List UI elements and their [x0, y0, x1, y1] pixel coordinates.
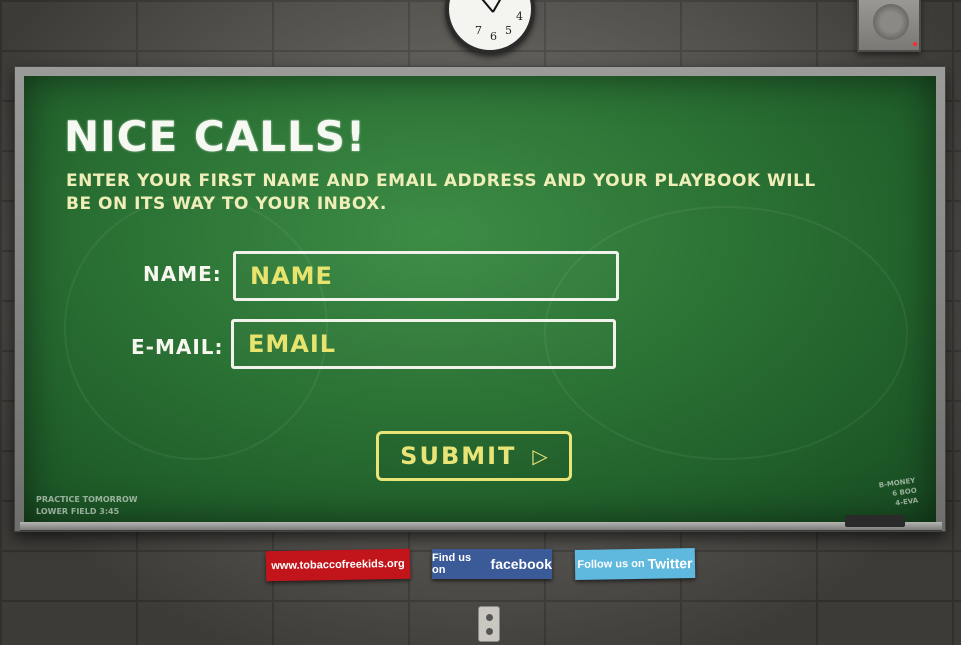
page-title: Nice calls! — [64, 112, 367, 161]
facebook-link[interactable]: Find us on facebook — [432, 549, 552, 579]
name-field-box — [233, 251, 619, 301]
twitter-brand: Twitter — [647, 554, 693, 572]
name-input[interactable] — [236, 254, 616, 298]
clock-hour-hand — [479, 0, 494, 13]
clock-icon: 7 6 5 4 — [445, 0, 535, 54]
scribble-note: B-Money 6 Boo 4-Eva — [878, 476, 919, 511]
tobacco-link[interactable]: www.tobaccofreekids.org — [265, 548, 411, 582]
email-field-box — [231, 319, 616, 369]
twitter-prefix: Follow us on — [577, 557, 645, 572]
email-input[interactable] — [234, 322, 613, 366]
name-label: Name: — [143, 262, 222, 286]
facebook-prefix: Find us on — [432, 552, 472, 576]
speaker-led — [913, 42, 917, 46]
clock-number: 7 — [475, 24, 482, 37]
submit-label: Submit — [400, 442, 517, 470]
outlet-socket — [486, 614, 493, 621]
tobacco-link-label: www.tobaccofreekids.org — [271, 557, 405, 573]
twitter-link[interactable]: Follow us on Twitter — [574, 547, 696, 581]
email-label: E-mail: — [131, 335, 224, 359]
chalk-tray — [20, 522, 942, 531]
clock-number: 5 — [505, 24, 512, 37]
speaker-icon — [857, 0, 921, 52]
clock-minute-hand — [492, 0, 509, 13]
facebook-brand: facebook — [490, 556, 552, 572]
clock-number: 4 — [516, 10, 523, 23]
submit-button[interactable]: Submit ▷ — [376, 431, 572, 481]
speaker-grill — [873, 4, 909, 40]
outlet-socket — [486, 628, 493, 635]
eraser — [845, 515, 905, 527]
practice-note-line: Practice Tomorrow — [36, 495, 138, 504]
clock-number: 6 — [490, 30, 497, 43]
play-arrow-icon: ▷ — [532, 444, 548, 468]
page-subtitle: Enter your first name and email address … — [66, 171, 816, 214]
practice-note-line: Lower Field 3:45 — [36, 507, 120, 516]
outlet-icon — [478, 606, 500, 642]
practice-note: Practice Tomorrow Lower Field 3:45 — [36, 494, 138, 518]
